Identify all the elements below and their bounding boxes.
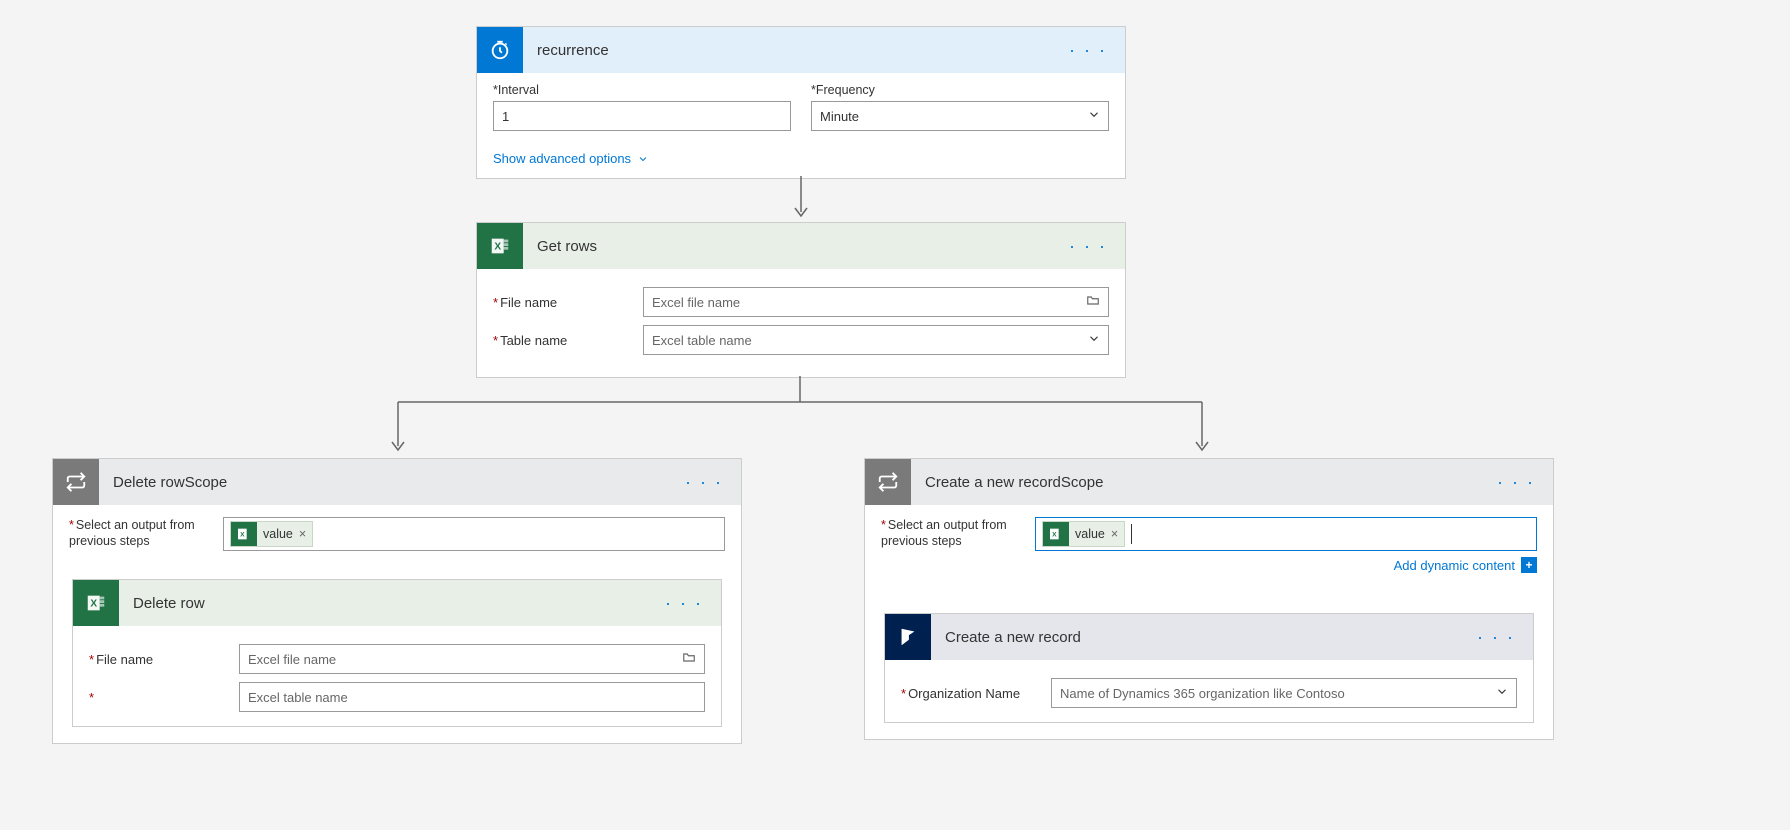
create-record-scope-header[interactable]: Create a new recordScope · · · (865, 459, 1553, 505)
token-remove[interactable]: × (299, 527, 306, 541)
clock-icon (477, 27, 523, 73)
excel-icon: X (231, 522, 257, 546)
get-rows-card: X Get rows · · · *File name *Table name (476, 222, 1126, 378)
interval-label: *Interval (493, 83, 791, 97)
table-name-label: *Table name (493, 333, 643, 348)
table-name-label: * (89, 690, 239, 705)
svg-text:X: X (240, 532, 245, 539)
get-rows-header[interactable]: X Get rows · · · (477, 223, 1125, 269)
select-output-input[interactable]: X value × (223, 517, 725, 551)
file-name-input[interactable] (643, 287, 1109, 317)
more-menu[interactable]: · · · (1471, 627, 1521, 648)
connector-arrow (791, 176, 811, 222)
token-remove[interactable]: × (1111, 527, 1118, 541)
create-record-inner-card: Create a new record · · · *Organization … (884, 613, 1534, 723)
token-value[interactable]: X value × (1042, 521, 1125, 547)
more-menu[interactable]: · · · (679, 472, 729, 493)
table-name-select[interactable] (239, 682, 705, 712)
delete-row-inner-header[interactable]: X Delete row · · · (73, 580, 721, 626)
show-advanced-link[interactable]: Show advanced options (477, 145, 665, 178)
svg-text:X: X (494, 242, 501, 253)
file-name-label: *File name (493, 295, 643, 310)
delete-row-scope-title: Delete rowScope (99, 474, 679, 491)
create-record-inner-title: Create a new record (931, 629, 1471, 646)
more-menu[interactable]: · · · (659, 593, 709, 614)
frequency-label: *Frequency (811, 83, 1109, 97)
create-record-inner-header[interactable]: Create a new record · · · (885, 614, 1533, 660)
recurrence-header[interactable]: recurrence · · · (477, 27, 1125, 73)
get-rows-title: Get rows (523, 238, 1063, 255)
loop-icon (865, 459, 911, 505)
excel-icon: X (1043, 522, 1069, 546)
excel-icon: X (73, 580, 119, 626)
dynamics-icon (885, 614, 931, 660)
svg-text:X: X (90, 599, 97, 610)
more-menu[interactable]: · · · (1063, 40, 1113, 61)
delete-row-inner-card: X Delete row · · · *File name * (72, 579, 722, 727)
interval-input[interactable] (493, 101, 791, 131)
excel-icon: X (477, 223, 523, 269)
org-name-select[interactable] (1051, 678, 1517, 708)
file-name-input[interactable] (239, 644, 705, 674)
loop-icon (53, 459, 99, 505)
more-menu[interactable]: · · · (1491, 472, 1541, 493)
more-menu[interactable]: · · · (1063, 236, 1113, 257)
chevron-down-icon (637, 153, 649, 165)
add-dynamic-content-link[interactable]: Add dynamic content + (881, 557, 1537, 573)
text-cursor (1131, 524, 1132, 544)
plus-icon: + (1521, 557, 1537, 573)
select-output-input[interactable]: X value × (1035, 517, 1537, 551)
select-output-label: *Select an output from previous steps (69, 517, 209, 550)
create-record-scope-title: Create a new recordScope (911, 474, 1491, 491)
recurrence-card: recurrence · · · *Interval *Frequency S (476, 26, 1126, 179)
table-name-select[interactable] (643, 325, 1109, 355)
file-name-label: *File name (89, 652, 239, 667)
select-output-label: *Select an output from previous steps (881, 517, 1021, 550)
svg-text:X: X (1052, 532, 1057, 539)
branch-connector (380, 376, 1220, 458)
delete-row-inner-title: Delete row (119, 595, 659, 612)
frequency-select[interactable] (811, 101, 1109, 131)
token-value[interactable]: X value × (230, 521, 313, 547)
delete-row-scope-header[interactable]: Delete rowScope · · · (53, 459, 741, 505)
delete-row-scope-card: Delete rowScope · · · *Select an output … (52, 458, 742, 744)
create-record-scope-card: Create a new recordScope · · · *Select a… (864, 458, 1554, 740)
recurrence-title: recurrence (523, 42, 1063, 59)
org-name-label: *Organization Name (901, 686, 1051, 701)
